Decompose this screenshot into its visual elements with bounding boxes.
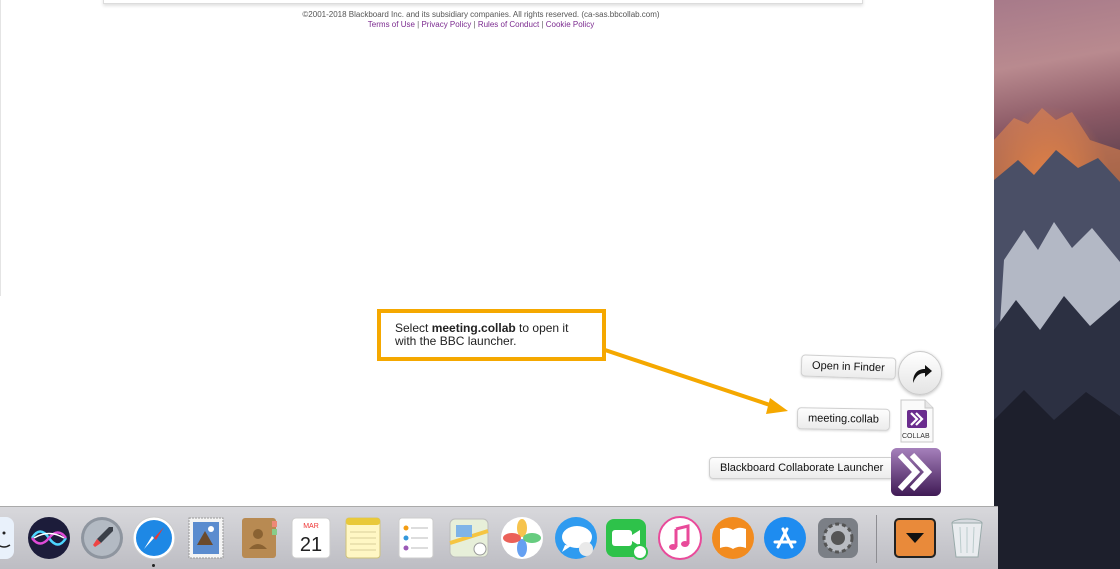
link-separator: | [541, 20, 544, 29]
notes-icon [345, 517, 381, 559]
arrow-icon [913, 365, 932, 383]
contacts-book-icon [242, 518, 277, 558]
reminders-icon [398, 517, 434, 559]
dock-messages[interactable] [553, 515, 599, 561]
siri-icon [28, 517, 70, 559]
finder-icon [0, 517, 14, 559]
browser-page: ©2001-2018 Blackboard Inc. and its subsi… [0, 0, 994, 508]
rules-of-conduct-link[interactable]: Rules of Conduct [478, 20, 539, 29]
stamp-icon [188, 517, 224, 559]
dock-mail[interactable] [183, 515, 229, 561]
collaborate-launcher-label[interactable]: Blackboard Collaborate Launcher [709, 457, 895, 479]
app-store-icon [764, 517, 806, 559]
terms-of-use-link[interactable]: Terms of Use [368, 20, 415, 29]
dock-itunes[interactable] [657, 515, 703, 561]
meeting-collab-file-label[interactable]: meeting.collab [796, 407, 891, 431]
callout-filename: meeting.collab [431, 321, 516, 335]
trash-icon [951, 518, 983, 558]
dock-system-preferences[interactable] [815, 515, 861, 561]
dock-calendar[interactable]: MAR 21 [288, 515, 334, 561]
speech-bubble-icon [555, 517, 597, 559]
dock-app-store[interactable] [762, 515, 808, 561]
cookie-policy-link[interactable]: Cookie Policy [546, 20, 594, 29]
chevron-down-icon [894, 518, 936, 558]
dock-launchpad[interactable] [79, 515, 125, 561]
collab-badge: COLLAB [902, 433, 930, 440]
music-note-icon [658, 516, 702, 560]
dock-siri[interactable] [26, 515, 72, 561]
dock-divider [876, 515, 877, 563]
calendar-day: 21 [300, 534, 322, 556]
page-edge [0, 0, 1, 296]
calendar-icon: MAR 21 [291, 517, 331, 559]
running-indicator [152, 564, 155, 567]
dock-facetime[interactable] [604, 515, 650, 561]
photos-flower-icon [501, 517, 543, 559]
footer-links: Terms of Use | Privacy Policy | Rules of… [0, 20, 962, 29]
dock-safari[interactable] [131, 515, 177, 561]
collab-file-icon[interactable]: COLLAB [899, 398, 935, 444]
dock-contacts[interactable] [236, 515, 282, 561]
link-separator: | [417, 20, 420, 29]
desktop-wallpaper [994, 0, 1120, 569]
dock-maps[interactable] [446, 515, 492, 561]
collaborate-launcher-icon[interactable] [890, 447, 942, 497]
dock-reminders[interactable] [393, 515, 439, 561]
dock: MAR 21 [0, 506, 998, 569]
compass-icon [132, 516, 176, 560]
maps-icon [449, 518, 489, 558]
privacy-policy-link[interactable]: Privacy Policy [421, 20, 471, 29]
dock-ibooks[interactable] [710, 515, 756, 561]
page-card [103, 0, 863, 4]
footer-copyright: ©2001-2018 Blackboard Inc. and its subsi… [302, 10, 660, 19]
dock-photos[interactable] [499, 515, 545, 561]
open-in-finder-icon[interactable] [898, 351, 942, 395]
calendar-month: MAR [303, 523, 319, 530]
open-in-finder-button[interactable]: Open in Finder [800, 354, 897, 380]
instruction-callout: Select meeting.collab to open it with th… [377, 309, 606, 361]
callout-prefix: Select [395, 321, 432, 335]
gear-icon [818, 518, 858, 558]
link-separator: | [473, 20, 476, 29]
dock-downloads-stack[interactable] [892, 515, 938, 561]
dock-trash[interactable] [944, 515, 990, 561]
dock-notes[interactable] [340, 515, 386, 561]
video-camera-icon [606, 519, 648, 560]
rocket-icon [81, 517, 123, 559]
dock-finder[interactable] [0, 515, 16, 561]
open-book-icon [712, 517, 754, 559]
